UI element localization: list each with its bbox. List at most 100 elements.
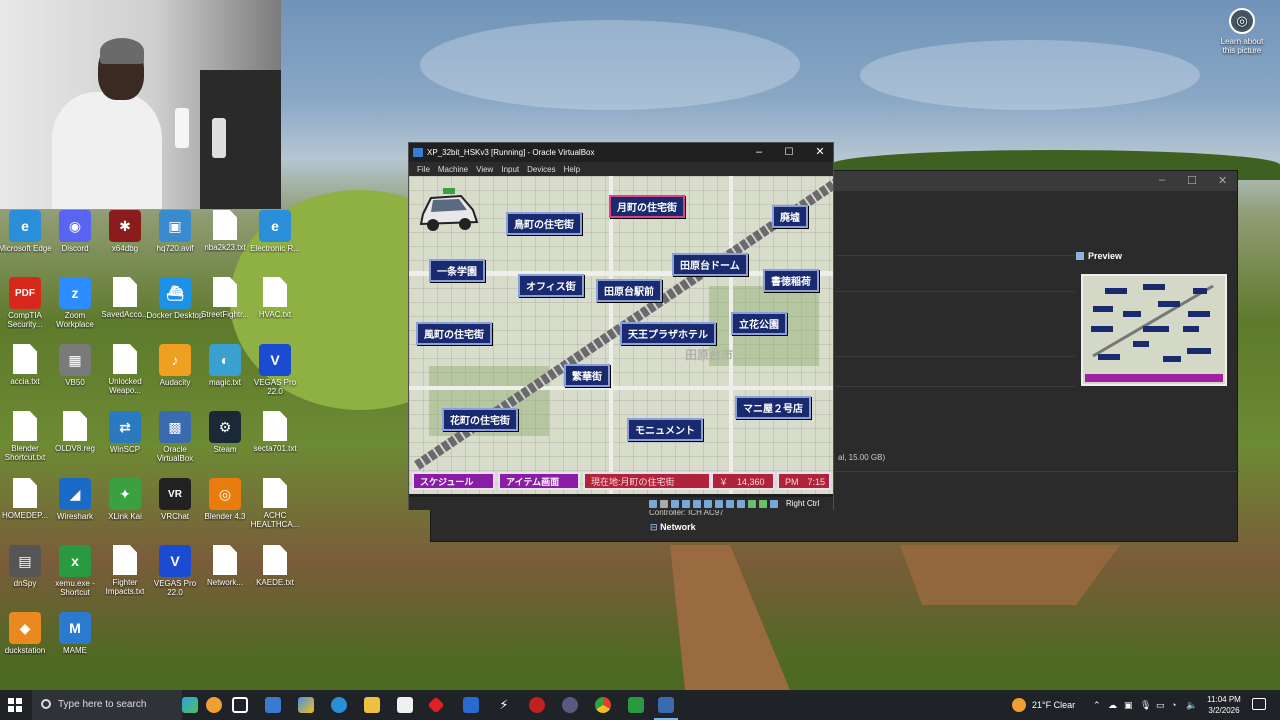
task-view-icon[interactable] xyxy=(232,697,248,713)
app-icon: PDF xyxy=(9,277,41,309)
bolt-icon[interactable]: ⚡ xyxy=(496,697,512,713)
store-icon[interactable] xyxy=(397,697,413,713)
weather-text[interactable]: 21°F Clear xyxy=(1032,690,1075,720)
desktop-icon[interactable]: M MAME xyxy=(46,612,104,655)
desktop-icon-label: Electronic R... xyxy=(250,244,300,253)
hdd-indicator-icon[interactable] xyxy=(649,500,657,508)
app-circle-icon[interactable] xyxy=(562,697,578,713)
location-button[interactable]: モニュメント xyxy=(627,418,703,441)
text-file-icon xyxy=(63,411,87,441)
network-tray-icon[interactable]: ◔ xyxy=(1171,690,1176,720)
schedule-button[interactable]: スケジュール xyxy=(412,472,495,490)
vm-menu-view[interactable]: View xyxy=(476,165,493,174)
desktop-icon[interactable]: ACHC HEALTHCA... xyxy=(246,478,304,529)
app-icon: ⚙ xyxy=(209,411,241,443)
microphone-icon[interactable]: 🎙 xyxy=(1140,690,1151,720)
webcam-person xyxy=(52,92,162,209)
game-map-screen[interactable]: 田原台市 月町の住宅街 鳥町の住宅街 廃墟 一条学園 田原台ドーム オフィス街 田原台駅前 書… xyxy=(409,176,833,494)
copilot-icon[interactable] xyxy=(182,697,198,713)
widgets-icon[interactable] xyxy=(206,697,222,713)
location-button[interactable]: 風町の住宅街 xyxy=(416,322,492,345)
vm-minimize-button[interactable]: – xyxy=(744,143,774,162)
location-button[interactable]: 立花公園 xyxy=(731,312,787,335)
app-icon: ◆ xyxy=(9,612,41,644)
location-button[interactable]: 月町の住宅街 xyxy=(609,195,685,218)
location-button[interactable]: 田原台駅前 xyxy=(596,279,662,302)
minimize-button[interactable]: – xyxy=(1159,174,1165,186)
volume-icon[interactable]: 🔈 xyxy=(1186,690,1197,720)
vm-menu-devices[interactable]: Devices xyxy=(527,165,555,174)
desktop-icon[interactable]: e Electronic R... xyxy=(246,210,304,253)
map-road xyxy=(409,386,833,390)
preview-icon xyxy=(1076,252,1084,260)
location-button[interactable]: 花町の住宅街 xyxy=(442,408,518,431)
chrome-icon[interactable] xyxy=(595,697,611,713)
show-hidden-icons-icon[interactable]: ⌃ xyxy=(1093,690,1101,720)
text-file-icon xyxy=(263,478,287,508)
location-button[interactable]: オフィス街 xyxy=(518,274,584,297)
edge-icon[interactable] xyxy=(331,697,347,713)
text-file-icon xyxy=(213,545,237,575)
close-button[interactable]: ✕ xyxy=(1218,174,1227,187)
app-icon: ▤ xyxy=(9,545,41,577)
app-icon: z xyxy=(59,277,91,309)
virtualbox-taskbar-icon[interactable] xyxy=(654,697,678,720)
vm-menu-file[interactable]: File xyxy=(417,165,430,174)
app-red-diamond-icon[interactable] xyxy=(427,696,445,714)
start-button[interactable] xyxy=(8,698,22,712)
recorder-icon[interactable] xyxy=(529,697,545,713)
location-button[interactable]: 一条学園 xyxy=(429,259,485,282)
item-screen-button[interactable]: アイテム画面 xyxy=(498,472,580,490)
text-file-icon xyxy=(263,545,287,575)
dropbox-icon[interactable] xyxy=(463,697,479,713)
text-file-icon xyxy=(113,545,137,575)
system-clock[interactable]: 11:04 PM 3/2/2026 xyxy=(1198,694,1250,716)
usb-indicator-icon[interactable] xyxy=(693,500,701,508)
desktop-icon-label: VEGAS Pro 22.0 xyxy=(253,378,297,396)
photos-icon[interactable] xyxy=(298,697,314,713)
outlook-icon[interactable] xyxy=(265,697,281,713)
vm-menu-machine[interactable]: Machine xyxy=(438,165,468,174)
desktop-icon[interactable]: secta701.txt xyxy=(246,411,304,453)
location-button[interactable]: 繁華街 xyxy=(564,364,610,387)
vm-close-button[interactable]: ✕ xyxy=(805,143,835,162)
learn-about-picture[interactable]: ◎ Learn about this picture xyxy=(1214,8,1270,55)
location-button[interactable]: 書徳稲荷 xyxy=(763,269,819,292)
desktop-icon[interactable]: KAEDE.txt xyxy=(246,545,304,587)
vm-menu-help[interactable]: Help xyxy=(564,165,580,174)
location-button[interactable]: 廃墟 xyxy=(772,205,808,228)
taskbar-search-box[interactable]: Type here to search xyxy=(32,690,182,720)
desktop-icon[interactable]: HVAC.txt xyxy=(246,277,304,319)
vm-titlebar[interactable]: XP_32bit_HSKv3 [Running] - Oracle Virtua… xyxy=(409,143,833,162)
location-button[interactable]: 鳥町の住宅街 xyxy=(506,212,582,235)
vegas-icon[interactable] xyxy=(628,697,644,713)
vm-menu-input[interactable]: Input xyxy=(501,165,519,174)
audio-indicator-icon[interactable] xyxy=(671,500,679,508)
weather-icon[interactable] xyxy=(1012,698,1026,712)
app-icon: e xyxy=(259,210,291,242)
text-file-icon xyxy=(213,210,237,240)
app-icon: V xyxy=(259,344,291,376)
preview-map-thumbnail xyxy=(1083,276,1225,384)
keyboard-indicator-icon[interactable] xyxy=(759,500,767,508)
battery-icon[interactable]: ▭ xyxy=(1156,690,1165,720)
tray-app-icon[interactable]: ▣ xyxy=(1124,690,1133,720)
location-button[interactable]: 田原台ドーム xyxy=(672,253,748,276)
onedrive-icon[interactable]: ☁ xyxy=(1108,690,1117,720)
display-indicator-icon[interactable] xyxy=(715,500,723,508)
shared-folder-indicator-icon[interactable] xyxy=(704,500,712,508)
location-button[interactable]: マニ屋２号店 xyxy=(735,396,811,419)
cpu-indicator-icon[interactable] xyxy=(737,500,745,508)
preview-label: Preview xyxy=(1088,251,1123,261)
vm-maximize-button[interactable]: ☐ xyxy=(774,143,804,162)
recording-indicator-icon[interactable] xyxy=(726,500,734,508)
maximize-button[interactable]: ☐ xyxy=(1187,174,1197,187)
network-indicator-icon[interactable] xyxy=(682,500,690,508)
desktop-icon[interactable]: V VEGAS Pro 22.0 xyxy=(246,344,304,396)
file-explorer-icon[interactable] xyxy=(364,697,380,713)
optical-indicator-icon[interactable] xyxy=(660,500,668,508)
notification-center-icon[interactable] xyxy=(1252,698,1266,710)
location-button[interactable]: 天王プラザホテル xyxy=(620,322,716,345)
webcam-overlay xyxy=(0,0,281,209)
mouse-integration-icon[interactable] xyxy=(748,500,756,508)
